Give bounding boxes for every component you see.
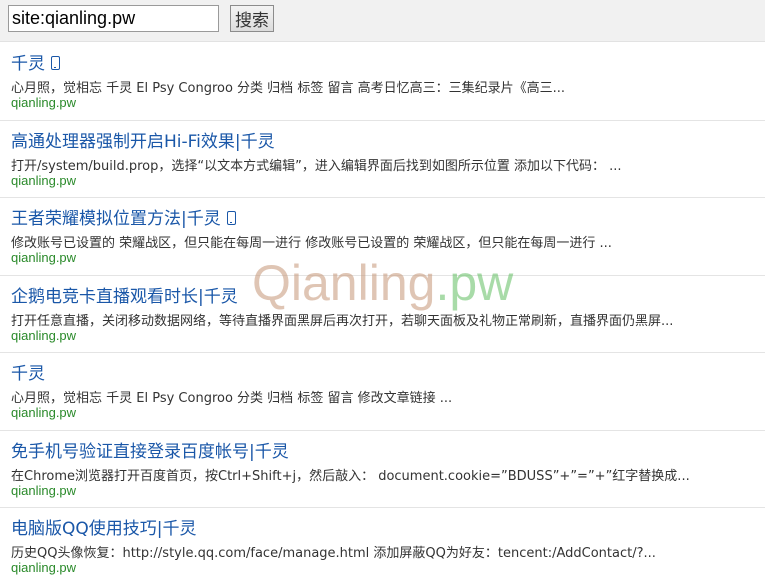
result-title-link[interactable]: 高通处理器强制开启Hi-Fi效果|千灵 (11, 127, 275, 152)
result-url: qianling.pw (11, 405, 77, 420)
result-item: 高通处理器强制开启Hi-Fi效果|千灵 打开/system/build.prop… (0, 121, 765, 198)
mobile-phone-icon (51, 56, 60, 70)
result-title-link[interactable]: 企鹅电竞卡直播观看时长|千灵 (11, 282, 238, 307)
result-title-text: 电脑版QQ使用技巧|千灵 (11, 519, 197, 539)
result-title-text: 王者荣耀模拟位置方法|千灵 (11, 209, 221, 229)
search-bar: 搜索 (0, 0, 765, 42)
result-snippet: 打开任意直播，关闭移动数据网络，等待直播界面黑屏后再次打开，若聊天面板及礼物正常… (11, 313, 674, 329)
result-title-text: 免手机号验证直接登录百度帐号|千灵 (11, 441, 289, 462)
result-item: 王者荣耀模拟位置方法|千灵 修改账号已设置的 荣耀战区，但只能在每周一进行 修改… (0, 198, 765, 276)
result-item: 企鹅电竞卡直播观看时长|千灵 打开任意直播，关闭移动数据网络，等待直播界面黑屏后… (0, 276, 765, 353)
result-url: qianling.pw (11, 327, 77, 343)
result-url: qianling.pw (11, 250, 77, 265)
result-item: 千灵 心月照，觉相忘 千灵 El Psy Congroo 分类 归档 标签 留言… (0, 43, 765, 121)
result-snippet: 打开/system/build.prop，选择“以文本方式编辑”，进入编辑界面后… (11, 158, 622, 174)
result-title-link[interactable]: 王者荣耀模拟位置方法|千灵 (11, 204, 236, 229)
result-url: qianling.pw (11, 482, 77, 498)
result-snippet: 修改账号已设置的 荣耀战区，但只能在每周一进行 修改账号已设置的 荣耀战区，但只… (11, 236, 612, 251)
result-url: qianling.pw (11, 560, 77, 575)
result-snippet: 历史QQ头像恢复：http://style.qq.com/face/manage… (11, 546, 656, 561)
result-title-link[interactable]: 千灵 (11, 49, 60, 74)
result-snippet: 在Chrome浏览器打开百度首页，按Ctrl+Shift+j，然后敲入： doc… (11, 468, 690, 484)
results-list: 千灵 心月照，觉相忘 千灵 El Psy Congroo 分类 归档 标签 留言… (0, 43, 765, 580)
result-url: qianling.pw (11, 95, 77, 110)
result-title-link[interactable]: 免手机号验证直接登录百度帐号|千灵 (11, 437, 289, 462)
result-title-link[interactable]: 千灵 (11, 359, 45, 384)
result-title-text: 千灵 (11, 54, 45, 74)
result-item: 千灵 心月照，觉相忘 千灵 El Psy Congroo 分类 归档 标签 留言… (0, 353, 765, 431)
result-snippet: 心月照，觉相忘 千灵 El Psy Congroo 分类 归档 标签 留言 高考… (11, 81, 565, 96)
search-input[interactable] (8, 5, 219, 32)
result-title-text: 高通处理器强制开启Hi-Fi效果|千灵 (11, 131, 275, 152)
result-title-link[interactable]: 电脑版QQ使用技巧|千灵 (11, 514, 197, 539)
mobile-phone-icon (226, 211, 236, 225)
search-button[interactable]: 搜索 (230, 5, 274, 32)
result-url: qianling.pw (11, 172, 77, 188)
result-title-text: 千灵 (11, 364, 45, 384)
result-item: 免手机号验证直接登录百度帐号|千灵 在Chrome浏览器打开百度首页，按Ctrl… (0, 431, 765, 508)
result-title-text: 企鹅电竞卡直播观看时长|千灵 (11, 286, 238, 307)
result-snippet: 心月照，觉相忘 千灵 El Psy Congroo 分类 归档 标签 留言 修改… (11, 391, 453, 406)
result-item: 电脑版QQ使用技巧|千灵 历史QQ头像恢复：http://style.qq.co… (0, 508, 765, 580)
